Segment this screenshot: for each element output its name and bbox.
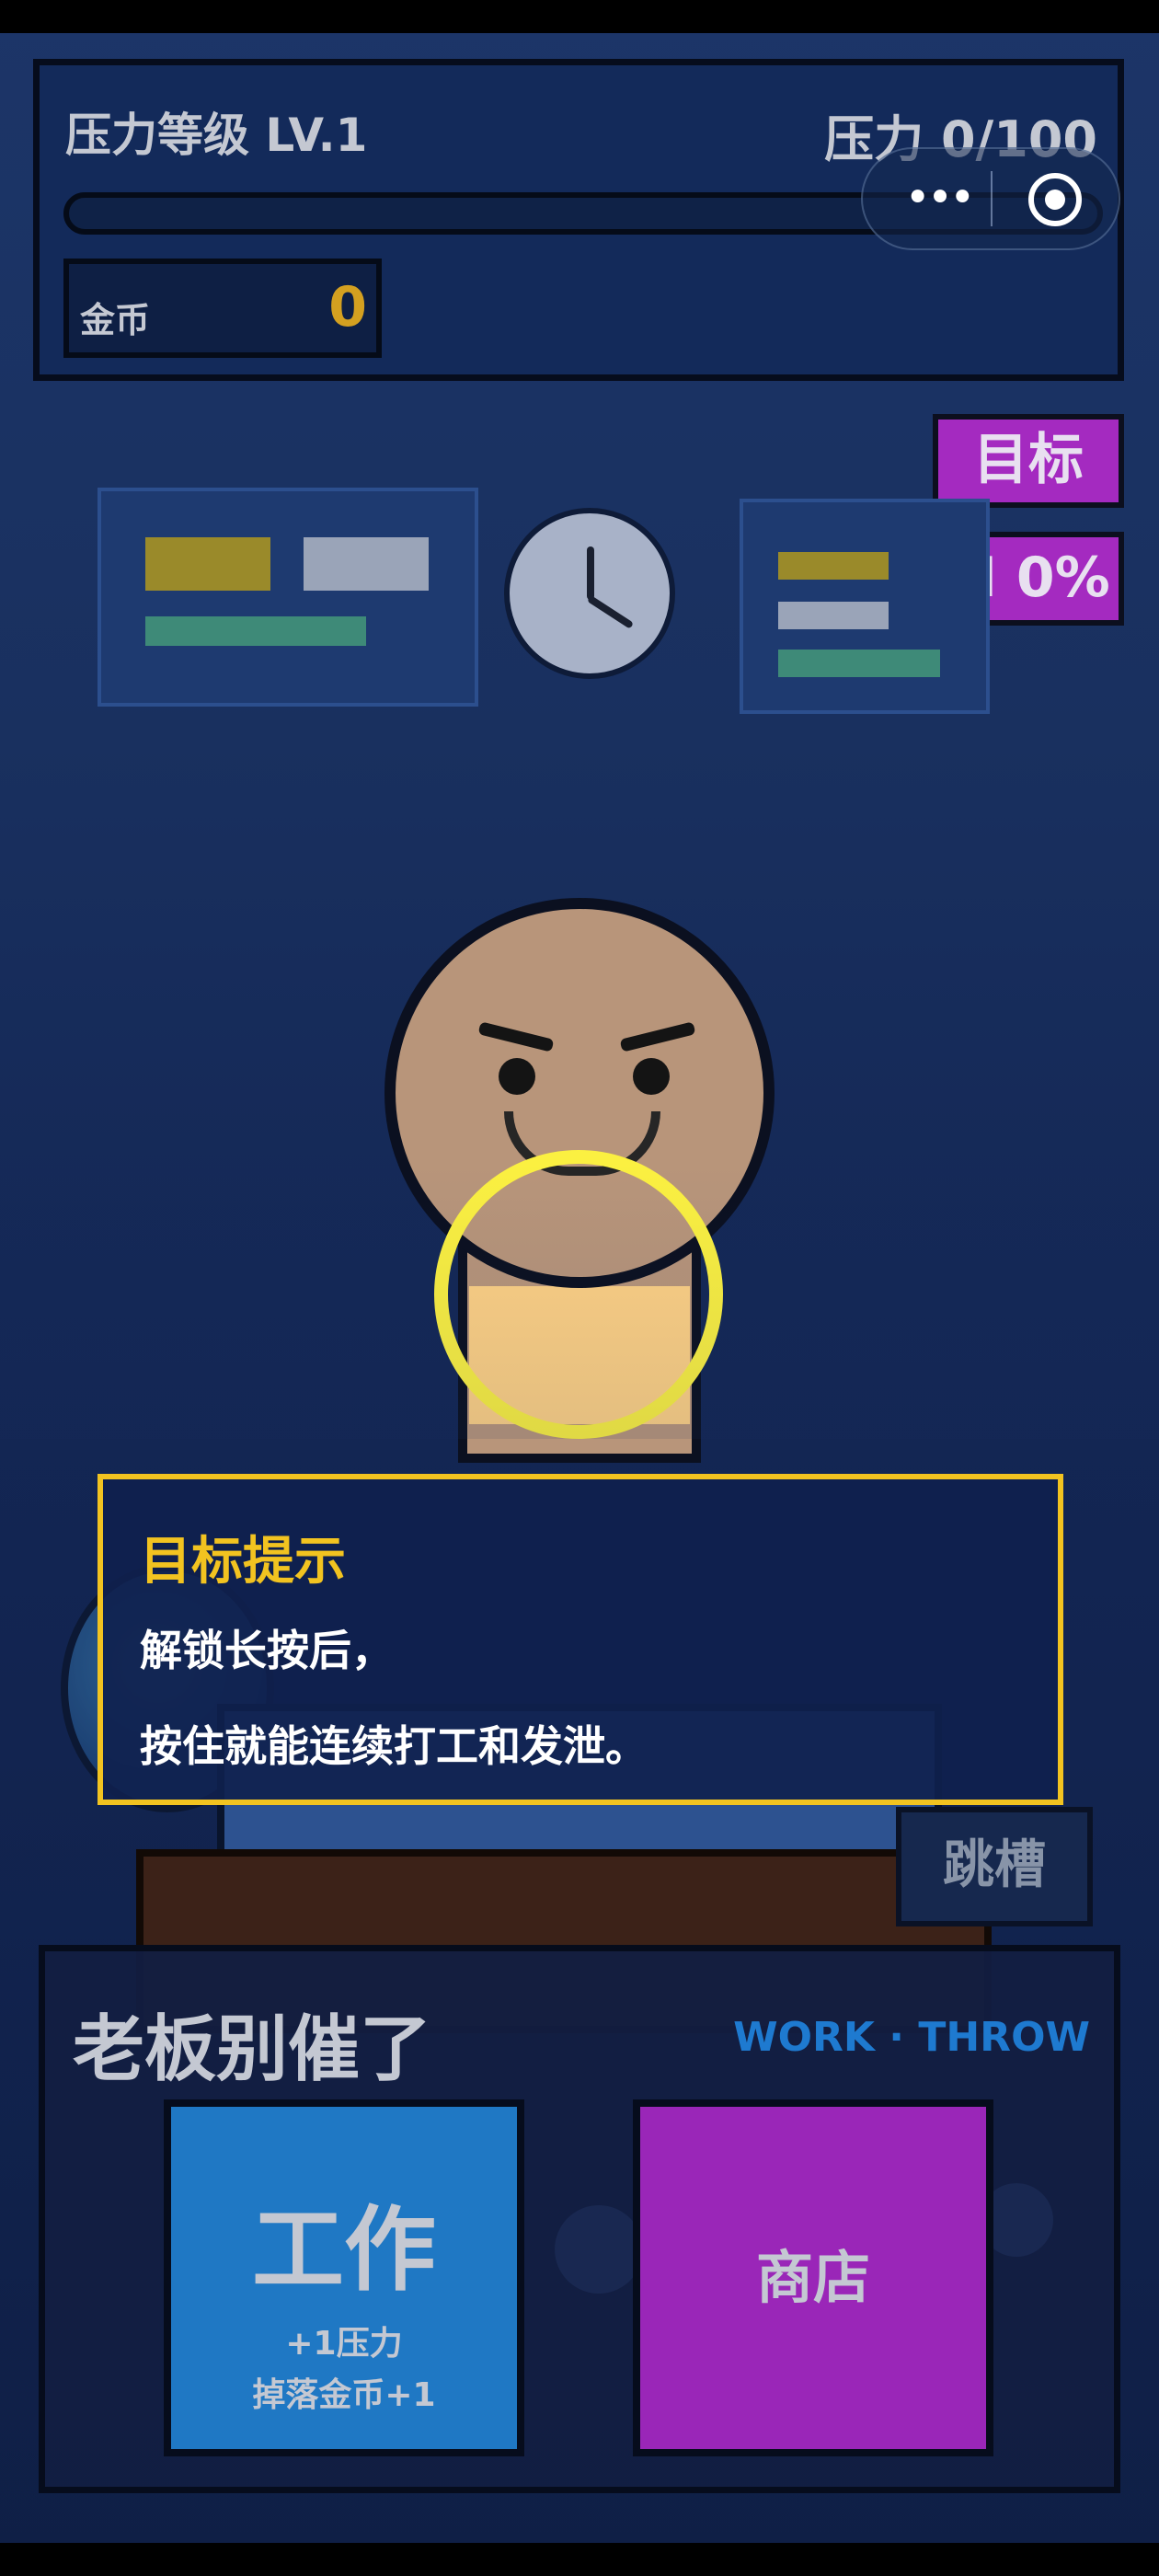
board-strip — [778, 650, 940, 677]
work-button-label: 工作 — [252, 2196, 436, 2304]
clock-hour-hand — [587, 546, 594, 600]
board-strip — [145, 616, 366, 646]
work-button[interactable]: 工作 +1压力 掉落金币+1 — [164, 2099, 524, 2456]
left-eyebrow — [477, 1021, 555, 1052]
board-strip — [778, 552, 889, 580]
more-icon[interactable]: ••• — [898, 166, 979, 230]
tooltip-line-2: 按住就能连续打工和发泄。 — [140, 1721, 648, 1771]
capsule-divider — [991, 171, 993, 226]
shop-button[interactable]: 商店 — [633, 2099, 993, 2456]
wall-board-right — [740, 499, 990, 714]
wall-clock-icon — [504, 508, 675, 679]
tooltip-title: 目标提示 — [140, 1532, 346, 1592]
home-indicator-bar — [0, 2543, 1159, 2576]
right-eyebrow — [619, 1021, 696, 1052]
coins-box: 金币 0 — [63, 259, 382, 358]
status-bar — [0, 0, 1159, 33]
wall-board-left — [98, 488, 478, 707]
board-strip — [304, 537, 429, 591]
right-eye — [633, 1058, 670, 1095]
board-strip — [145, 537, 270, 591]
panel-subtitle: WORK · THROW — [733, 2014, 1090, 2061]
stress-level-label: 压力等级 LV.1 — [65, 109, 368, 162]
coins-value: 0 — [328, 275, 367, 339]
left-eye — [499, 1058, 535, 1095]
clock-minute-hand — [586, 594, 635, 629]
game-stage: 压力等级 LV.1 压力 0/100 金币 0 ••• 目标 KPI 0% 跳槽… — [0, 0, 1159, 2576]
scene-shade — [0, 1163, 1159, 1439]
job-hop-button[interactable]: 跳槽 — [896, 1807, 1093, 1926]
panel-title: 老板别催了 — [73, 2008, 432, 2091]
bubble-decoration — [555, 2205, 643, 2294]
goal-button[interactable]: 目标 — [933, 414, 1124, 508]
miniprogram-capsule: ••• — [861, 147, 1120, 250]
coins-label: 金币 — [80, 300, 151, 340]
goal-hint-tooltip: 目标提示 解锁长按后， 按住就能连续打工和发泄。 — [98, 1474, 1063, 1805]
work-button-effect-2: 掉落金币+1 — [252, 2376, 436, 2414]
work-button-effect-1: +1压力 — [285, 2325, 403, 2363]
board-strip — [778, 602, 889, 629]
tooltip-line-1: 解锁长按后， — [140, 1626, 394, 1675]
close-target-icon[interactable] — [1028, 173, 1082, 226]
